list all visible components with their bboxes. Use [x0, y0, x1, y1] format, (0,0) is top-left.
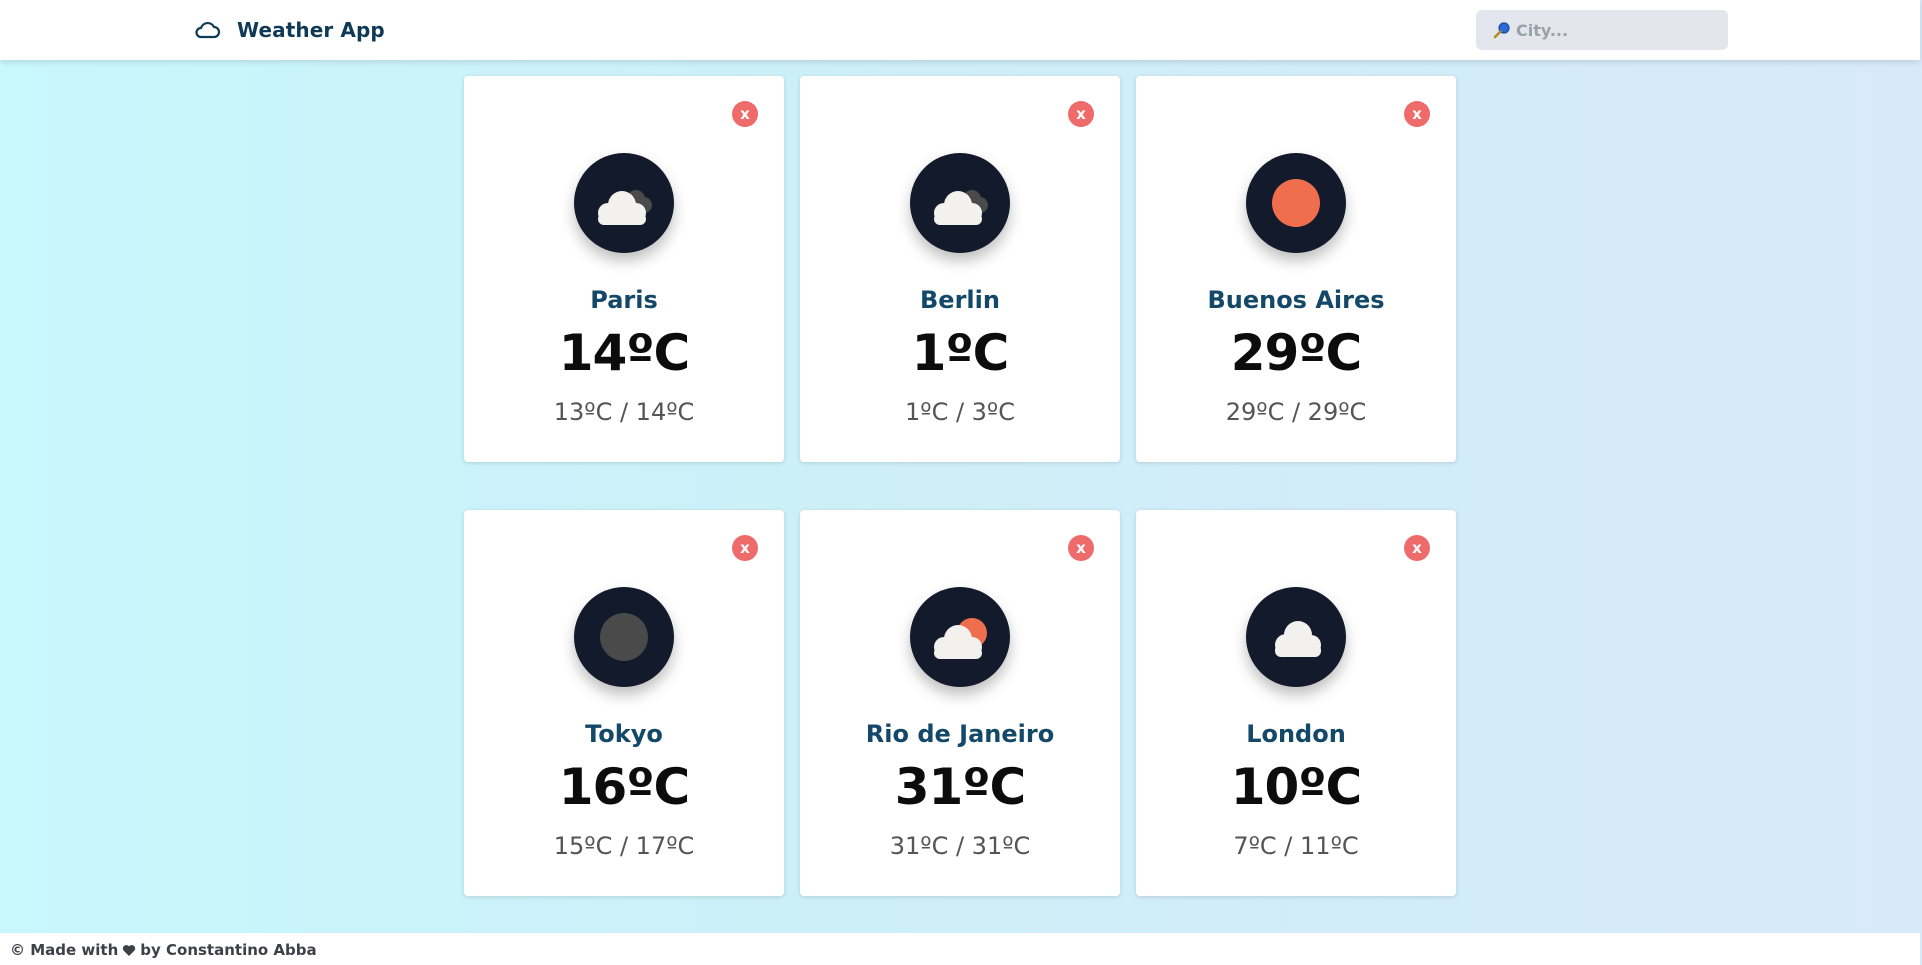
search-icon — [1492, 20, 1512, 40]
partly-cloudy-night-icon — [574, 153, 674, 253]
weather-card-buenos-aires: x Buenos Aires 29ºC 29ºC / 29ºC — [1136, 76, 1456, 462]
remove-card-button[interactable]: x — [1404, 535, 1430, 561]
city-name: Tokyo — [585, 720, 663, 748]
current-temperature: 31ºC — [894, 758, 1026, 816]
temperature-range: 13ºC / 14ºC — [553, 398, 695, 426]
city-search-input[interactable] — [1514, 19, 1718, 41]
city-name: Rio de Janeiro — [865, 720, 1055, 748]
footer-credit: © Made with by Constantino Abba — [10, 941, 317, 959]
current-temperature: 1ºC — [911, 324, 1010, 382]
city-name: London — [1246, 720, 1346, 748]
heart-icon — [122, 944, 136, 957]
current-temperature: 16ºC — [558, 758, 690, 816]
current-temperature: 10ºC — [1230, 758, 1362, 816]
remove-card-button[interactable]: x — [1068, 535, 1094, 561]
footer-prefix: © Made with — [10, 941, 119, 959]
city-name: Buenos Aires — [1207, 286, 1385, 314]
temperature-range: 31ºC / 31ºC — [889, 832, 1031, 860]
remove-card-button[interactable]: x — [1068, 101, 1094, 127]
remove-card-button[interactable]: x — [1404, 101, 1430, 127]
partly-cloudy-day-icon — [910, 587, 1010, 687]
city-name: Paris — [590, 286, 658, 314]
partly-cloudy-night-icon — [910, 153, 1010, 253]
footer-suffix: by Constantino Abba — [140, 941, 317, 959]
search-box[interactable] — [1476, 10, 1728, 50]
temperature-range: 29ºC / 29ºC — [1225, 398, 1367, 426]
temperature-range: 15ºC / 17ºC — [553, 832, 695, 860]
current-temperature: 29ºC — [1230, 324, 1362, 382]
weather-card-berlin: x Berlin 1ºC 1ºC / 3ºC — [800, 76, 1120, 462]
weather-card-tokyo: x Tokyo 16ºC 15ºC / 17ºC — [464, 510, 784, 896]
weather-card-rio-de-janeiro: x Rio de Janeiro 31ºC 31ºC / 31ºC — [800, 510, 1120, 896]
weather-card-london: x London 10ºC 7ºC / 11ºC — [1136, 510, 1456, 896]
temperature-range: 1ºC / 3ºC — [904, 398, 1015, 426]
footer: © Made with by Constantino Abba — [0, 933, 1920, 965]
top-navbar: Weather App — [0, 0, 1920, 60]
cloud-icon — [1246, 587, 1346, 687]
brand[interactable]: Weather App — [193, 16, 385, 44]
weather-card-paris: x Paris 14ºC 13ºC / 14ºC — [464, 76, 784, 462]
city-name: Berlin — [920, 286, 1000, 314]
moon-icon — [574, 587, 674, 687]
remove-card-button[interactable]: x — [732, 535, 758, 561]
current-temperature: 14ºC — [558, 324, 690, 382]
sun-icon — [1246, 153, 1346, 253]
app-title: Weather App — [237, 18, 385, 42]
temperature-range: 7ºC / 11ºC — [1233, 832, 1359, 860]
remove-card-button[interactable]: x — [732, 101, 758, 127]
cloud-icon — [193, 16, 221, 44]
